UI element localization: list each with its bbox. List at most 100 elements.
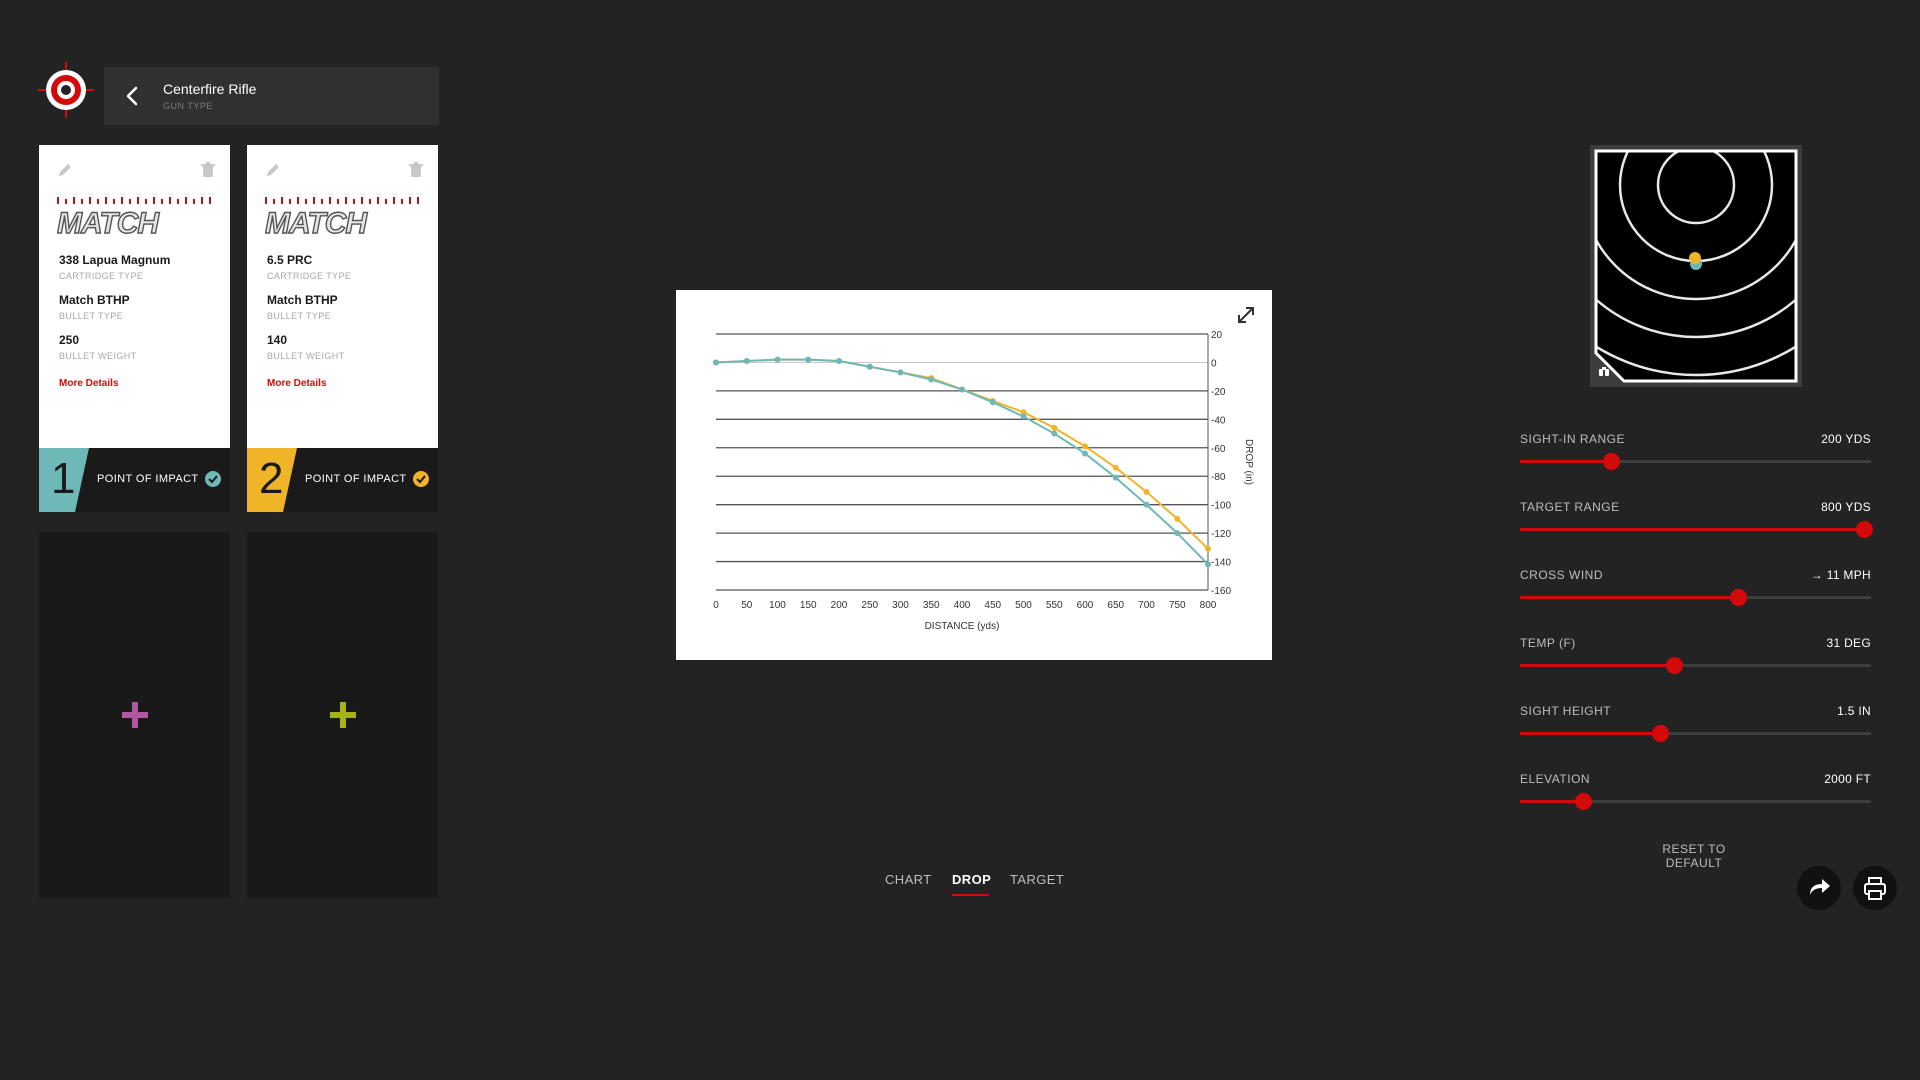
- x-tick-label: 500: [1015, 600, 1032, 611]
- delete-button[interactable]: [408, 162, 424, 178]
- x-tick-label: 550: [1046, 600, 1063, 611]
- slider-value: 31 DEG: [1826, 636, 1871, 650]
- x-tick-label: 0: [713, 600, 719, 611]
- slider-label: SIGHT-IN RANGE: [1520, 432, 1626, 446]
- cross-wind-slider: CROSS WIND → 11 MPH: [1520, 568, 1871, 618]
- data-point: [1112, 474, 1119, 481]
- point-of-impact-bar[interactable]: 2 POINT OF IMPACT: [247, 448, 438, 512]
- gun-type-label: GUN TYPE: [163, 101, 213, 111]
- tab-target[interactable]: TARGET: [1010, 872, 1064, 887]
- slider-fill: [1520, 732, 1661, 735]
- data-point: [1051, 430, 1058, 437]
- add-ammo-slot-1[interactable]: [39, 532, 230, 898]
- plus-icon: [330, 702, 356, 728]
- cartridge-type-label: CARTRIDGE TYPE: [59, 271, 144, 281]
- more-details-link[interactable]: More Details: [267, 378, 326, 389]
- bullet-weight-value: 250: [59, 333, 80, 347]
- y-tick-label: 0: [1211, 358, 1217, 369]
- y-tick-label: -100: [1211, 501, 1231, 512]
- x-tick-label: 250: [861, 600, 878, 611]
- data-point: [836, 358, 842, 365]
- ammo-card-1[interactable]: MATCH 338 Lapua Magnum CARTRIDGE TYPE Ma…: [39, 145, 230, 512]
- bullet-type-value: Match BTHP: [267, 293, 338, 307]
- slider-track[interactable]: [1520, 725, 1871, 742]
- match-brand-logo: MATCH: [265, 197, 419, 239]
- sight-height-slider: SIGHT HEIGHT 1.5 IN: [1520, 704, 1871, 754]
- bullet-weight-value: 140: [267, 333, 288, 347]
- match-brand-logo: MATCH: [57, 197, 211, 239]
- elevation-slider: ELEVATION 2000 FT: [1520, 772, 1871, 822]
- slider-value: 800 YDS: [1821, 500, 1871, 514]
- data-point: [1112, 464, 1119, 471]
- card-number: 1: [51, 454, 76, 503]
- reset-to-default-button[interactable]: RESET TO DEFAULT: [1634, 842, 1754, 870]
- print-button[interactable]: [1853, 866, 1897, 910]
- slider-track[interactable]: [1520, 657, 1871, 674]
- slider-thumb[interactable]: [1855, 521, 1873, 538]
- slider-label: TARGET RANGE: [1520, 500, 1620, 514]
- more-details-link[interactable]: More Details: [59, 378, 118, 389]
- data-point: [959, 386, 965, 393]
- crosshair-target-logo-icon: [38, 62, 94, 118]
- target-range-slider: TARGET RANGE 800 YDS: [1520, 500, 1873, 550]
- share-button[interactable]: [1797, 866, 1841, 910]
- x-tick-label: 100: [769, 600, 786, 611]
- slider-thumb[interactable]: [1652, 725, 1670, 742]
- share-arrow-icon: [1810, 879, 1830, 895]
- impact-dot-2: [1689, 252, 1701, 264]
- data-point: [805, 356, 812, 363]
- tab-chart[interactable]: CHART: [885, 872, 932, 887]
- ammo-card-body: MATCH 338 Lapua Magnum CARTRIDGE TYPE Ma…: [39, 145, 230, 448]
- gun-type-title: Centerfire Rifle: [163, 81, 257, 97]
- point-of-impact-label: POINT OF IMPACT: [305, 473, 407, 485]
- slider-track[interactable]: [1520, 793, 1871, 810]
- target-preview[interactable]: [1590, 145, 1802, 387]
- data-point: [1174, 530, 1181, 537]
- x-tick-label: 400: [954, 600, 971, 611]
- back-button[interactable]: [118, 81, 148, 111]
- point-of-impact-bar[interactable]: 1 POINT OF IMPACT: [39, 448, 230, 512]
- tab-drop[interactable]: DROP: [952, 872, 991, 887]
- slider-thumb[interactable]: [1575, 793, 1593, 810]
- app-logo: [38, 62, 94, 118]
- x-tick-label: 300: [892, 600, 909, 611]
- check-circle-icon: [205, 471, 221, 487]
- slider-label: ELEVATION: [1520, 772, 1591, 786]
- pencil-icon: [267, 164, 279, 176]
- svg-text:MATCH: MATCH: [265, 207, 368, 239]
- expand-chart-button[interactable]: [1236, 305, 1256, 325]
- data-point: [1082, 443, 1088, 450]
- slider-fill: [1520, 460, 1612, 463]
- bullet-type-label: BULLET TYPE: [59, 311, 124, 321]
- data-point: [866, 363, 873, 370]
- slider-track[interactable]: [1520, 453, 1871, 470]
- slider-fill: [1520, 528, 1864, 531]
- slider-value: 200 YDS: [1821, 432, 1871, 446]
- x-tick-label: 50: [741, 600, 753, 611]
- slider-track[interactable]: [1520, 589, 1871, 606]
- binoculars-icon: [1599, 367, 1609, 376]
- x-tick-label: 200: [831, 600, 848, 611]
- drop-chart: 200-20-40-60-80-100-120-140-1600 50 100 150…: [713, 330, 1254, 632]
- slider-track[interactable]: [1520, 521, 1873, 538]
- data-point: [1143, 501, 1150, 508]
- temperature-slider: TEMP (F) 31 DEG: [1520, 636, 1871, 686]
- ammo-card-2[interactable]: MATCH 6.5 PRC CARTRIDGE TYPE Match BTHP …: [247, 145, 438, 512]
- data-point: [774, 356, 781, 363]
- edit-button[interactable]: [57, 162, 73, 178]
- data-point: [1020, 413, 1027, 420]
- card-number: 2: [259, 454, 284, 503]
- y-tick-label: -80: [1211, 472, 1226, 483]
- edit-button[interactable]: [265, 162, 281, 178]
- trash-icon: [409, 162, 423, 177]
- slider-thumb[interactable]: [1603, 453, 1621, 470]
- slider-fill: [1520, 596, 1738, 599]
- slider-thumb[interactable]: [1729, 589, 1747, 606]
- delete-button[interactable]: [200, 162, 216, 178]
- y-tick-label: -120: [1211, 529, 1231, 540]
- slider-thumb[interactable]: [1666, 657, 1684, 674]
- bullet-type-value: Match BTHP: [59, 293, 130, 307]
- cartridge-type-value: 6.5 PRC: [267, 253, 313, 267]
- add-ammo-slot-2[interactable]: [247, 532, 438, 898]
- x-tick-label: 800: [1200, 600, 1217, 611]
